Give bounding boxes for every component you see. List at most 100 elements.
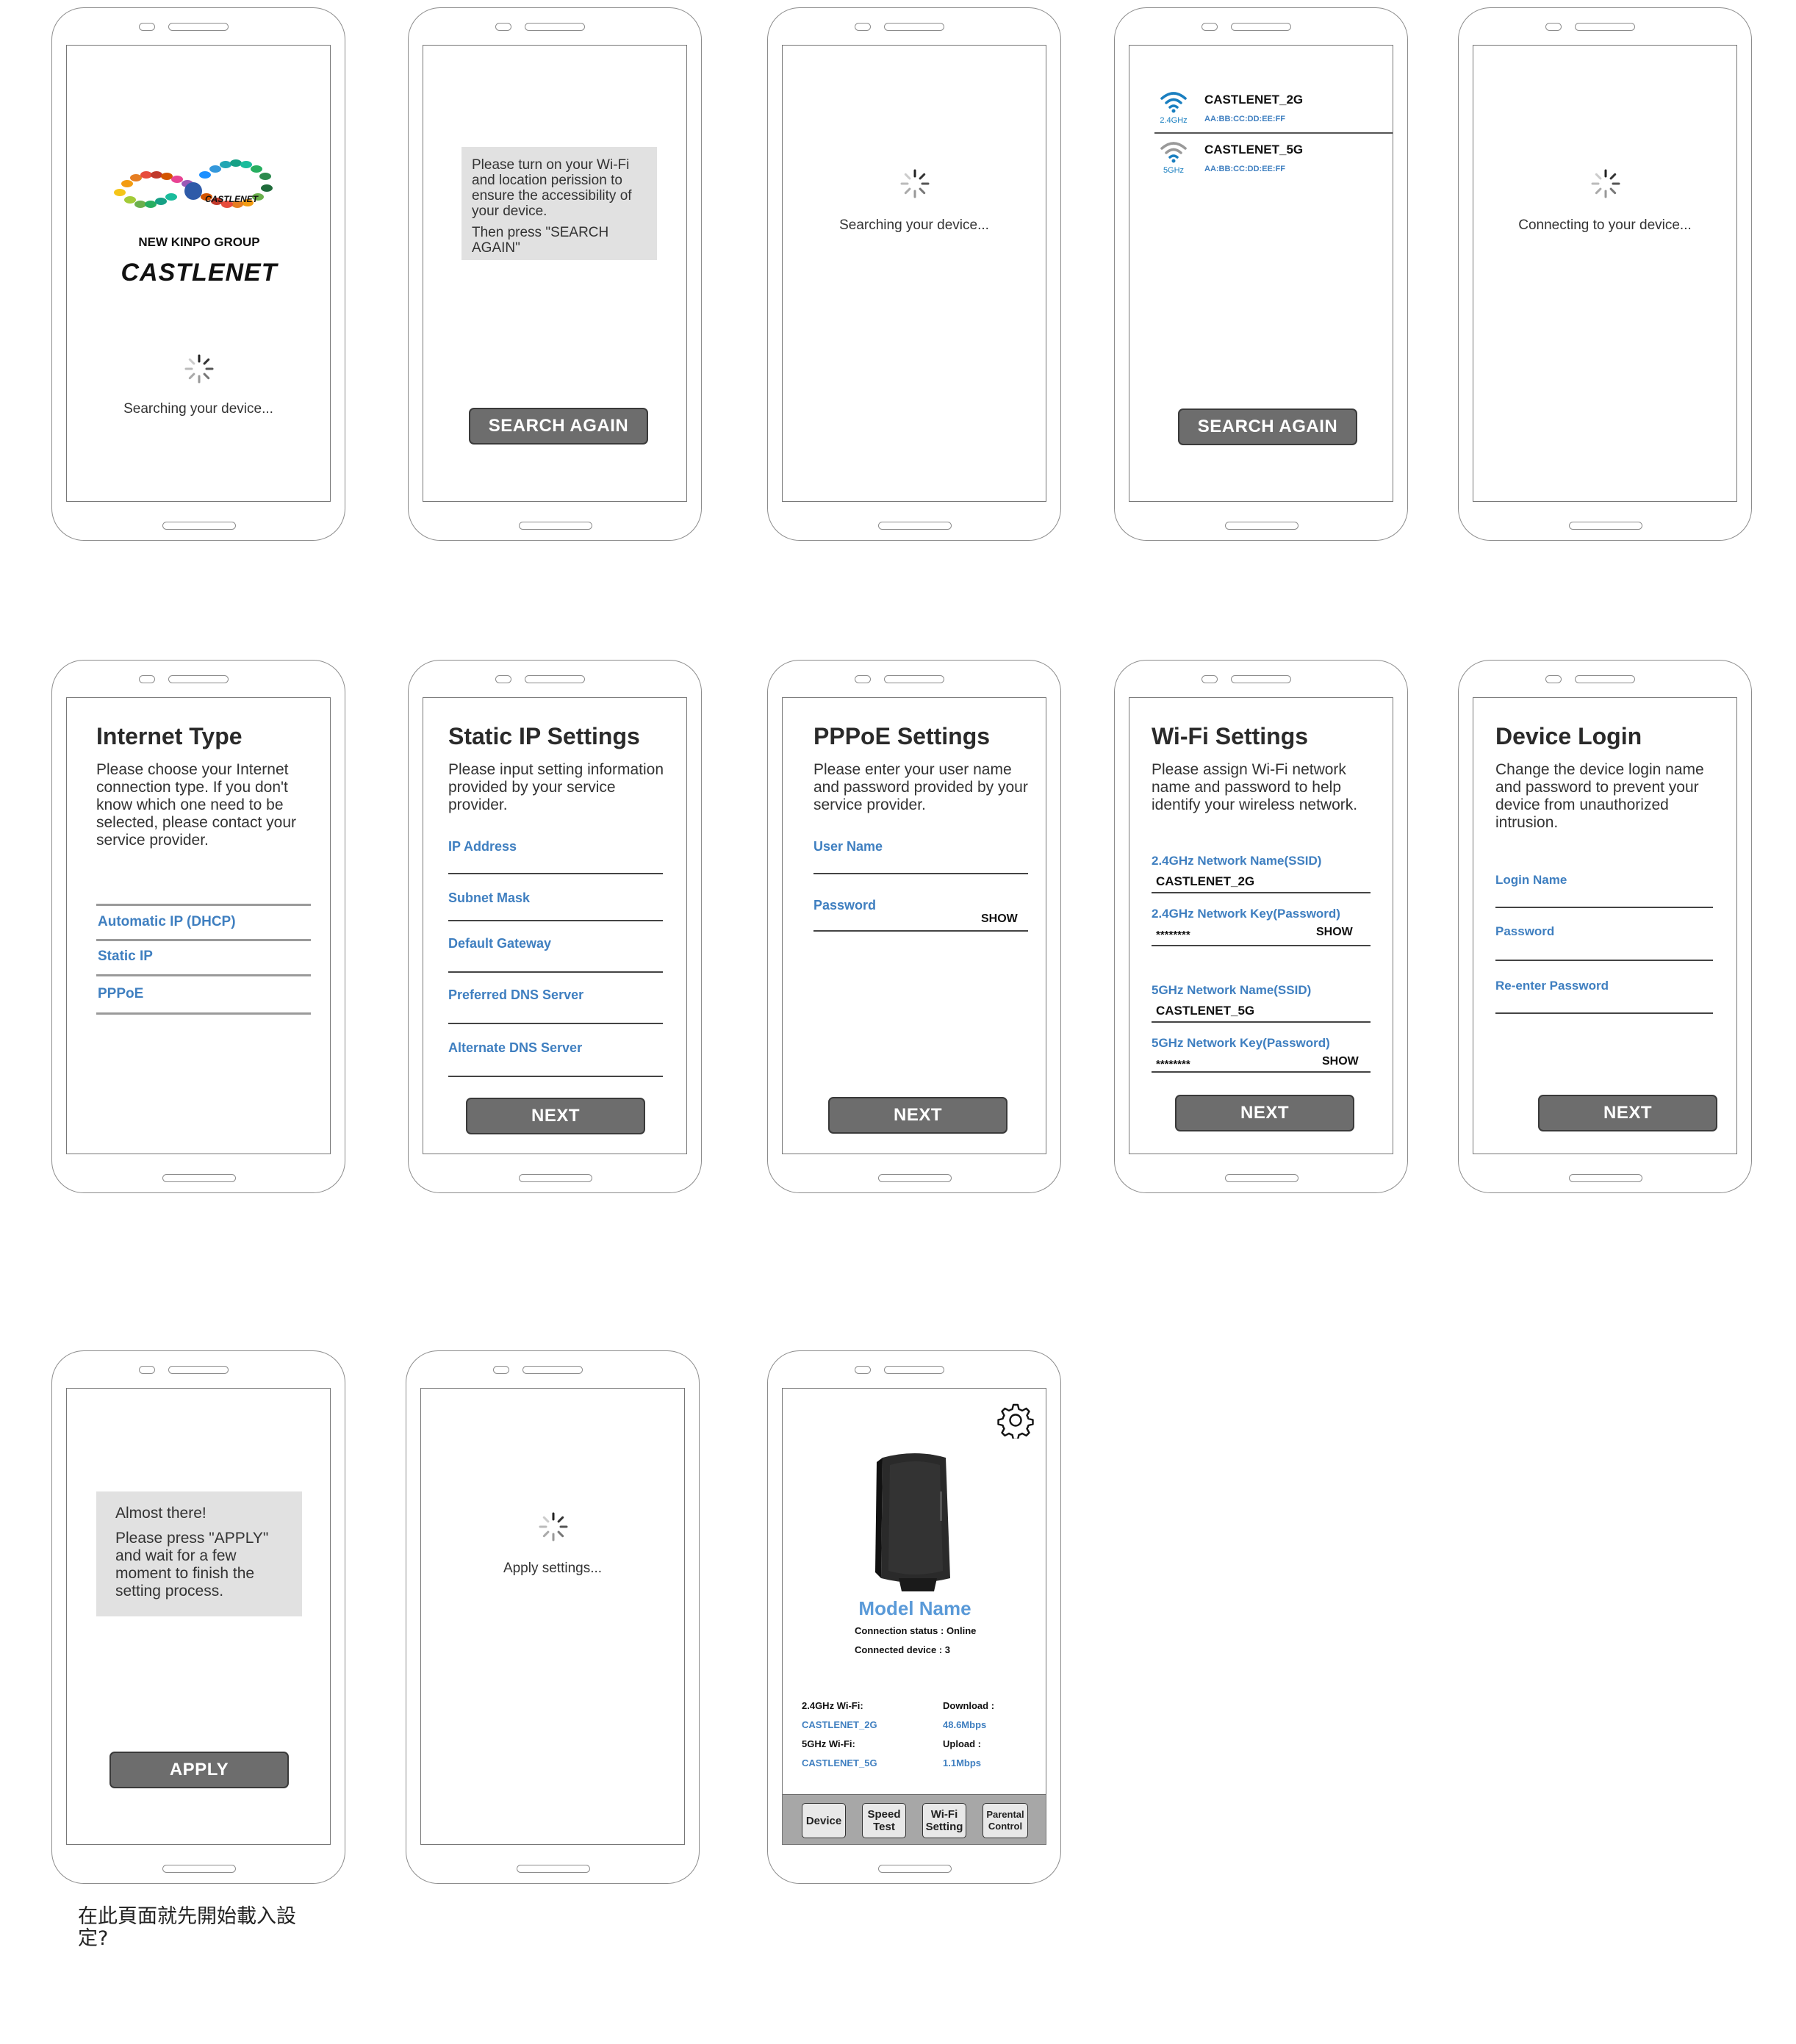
ssid-5-input[interactable] xyxy=(1152,1021,1371,1023)
upload-label: Upload : xyxy=(943,1738,981,1749)
tab-parental-control[interactable]: Parental Control xyxy=(983,1803,1028,1838)
next-button[interactable]: NEXT xyxy=(1538,1095,1717,1131)
screen-device-list: 2.4GHz CASTLENET_2G AA:BB:CC:DD:EE:FF 5G… xyxy=(1129,45,1393,502)
divider xyxy=(96,939,311,941)
home-button[interactable] xyxy=(1569,522,1642,530)
home-button[interactable] xyxy=(878,1174,952,1182)
home-button[interactable] xyxy=(519,522,592,530)
router-image xyxy=(875,1453,950,1591)
page-title: Static IP Settings xyxy=(448,723,640,749)
divider xyxy=(1154,132,1393,134)
show-key-5-toggle[interactable]: SHOW xyxy=(1322,1055,1359,1068)
tab-wifi-setting[interactable]: Wi-Fi Setting xyxy=(922,1803,966,1838)
gear-icon[interactable] xyxy=(997,1402,1034,1439)
ssid-24-value[interactable]: CASTLENET_2G xyxy=(1156,874,1254,889)
phone-wifi-settings: Wi-Fi Settings Please assign Wi-Fi netwo… xyxy=(1114,660,1408,1193)
home-button[interactable] xyxy=(519,1174,592,1182)
wifi-icon xyxy=(1160,142,1187,163)
next-button[interactable]: NEXT xyxy=(466,1098,645,1134)
home-button[interactable] xyxy=(1569,1174,1642,1182)
password-input[interactable] xyxy=(1495,960,1713,961)
field-gateway-input[interactable] xyxy=(448,971,663,973)
device-mac: AA:BB:CC:DD:EE:FF xyxy=(1204,165,1285,173)
divider xyxy=(96,974,311,976)
user-name-input[interactable] xyxy=(813,873,1028,874)
key-24-value[interactable]: ******** xyxy=(1156,929,1190,941)
key-5-label: 5GHz Network Key(Password) xyxy=(1152,1036,1330,1050)
device-item-2g[interactable]: 2.4GHz CASTLENET_2G AA:BB:CC:DD:EE:FF xyxy=(1129,84,1393,137)
home-button[interactable] xyxy=(517,1865,590,1873)
speaker xyxy=(884,675,944,683)
upload-value: 1.1Mbps xyxy=(943,1757,982,1768)
field-dns2-input[interactable] xyxy=(448,1076,663,1077)
screen-almost-there: Almost there! Please press "APPLY" and w… xyxy=(66,1388,331,1845)
camera xyxy=(1545,23,1562,31)
search-again-button[interactable]: SEARCH AGAIN xyxy=(1178,409,1357,445)
screen-internet-type: Internet Type Please choose your Interne… xyxy=(66,697,331,1154)
tab-speed-test[interactable]: Speed Test xyxy=(862,1803,906,1838)
speaker xyxy=(884,1366,944,1374)
status-text: Connecting to your device... xyxy=(1518,217,1692,233)
field-subnet-mask-label: Subnet Mask xyxy=(448,890,531,905)
home-button[interactable] xyxy=(1225,522,1298,530)
password-label: Password xyxy=(1495,924,1555,938)
ssid-24-input[interactable] xyxy=(1152,892,1371,893)
option-static-ip[interactable]: Static IP xyxy=(98,949,153,965)
field-dns2-label: Alternate DNS Server xyxy=(448,1040,583,1055)
show-password-toggle[interactable]: SHOW xyxy=(981,913,1018,926)
phone-internet-type: Internet Type Please choose your Interne… xyxy=(51,660,345,1193)
camera xyxy=(493,1366,509,1374)
field-ip-address-input[interactable] xyxy=(448,873,663,874)
tab-label: Control xyxy=(988,1821,1023,1832)
phone-almost-there: Almost there! Please press "APPLY" and w… xyxy=(51,1350,345,1884)
ssid-5-value[interactable]: CASTLENET_5G xyxy=(1156,1004,1254,1018)
field-subnet-mask-input[interactable] xyxy=(448,920,663,921)
home-button[interactable] xyxy=(878,522,952,530)
reenter-password-input[interactable] xyxy=(1495,1012,1713,1014)
login-name-input[interactable] xyxy=(1495,907,1713,908)
speaker xyxy=(525,23,585,31)
camera xyxy=(495,675,511,683)
home-button[interactable] xyxy=(1225,1174,1298,1182)
key-5-input[interactable] xyxy=(1152,1071,1371,1073)
show-key-24-toggle[interactable]: SHOW xyxy=(1316,926,1353,939)
apply-button[interactable]: APPLY xyxy=(109,1752,289,1788)
home-button[interactable] xyxy=(162,522,236,530)
field-dns1-label: Preferred DNS Server xyxy=(448,987,584,1002)
home-button[interactable] xyxy=(162,1865,236,1873)
tab-device[interactable]: Device xyxy=(802,1803,846,1838)
camera xyxy=(1201,23,1218,31)
reenter-password-label: Re-enter Password xyxy=(1495,979,1609,993)
search-again-button[interactable]: SEARCH AGAIN xyxy=(469,408,648,445)
page-description: Please enter your user name and password… xyxy=(813,761,1028,813)
key-24-input[interactable] xyxy=(1152,945,1371,946)
next-button[interactable]: NEXT xyxy=(828,1097,1007,1134)
page-description: Change the device login name and passwor… xyxy=(1495,761,1704,831)
home-button[interactable] xyxy=(878,1865,952,1873)
model-name: Model Name xyxy=(858,1597,971,1619)
next-button[interactable]: NEXT xyxy=(1175,1095,1354,1131)
download-label: Download : xyxy=(943,1700,995,1711)
download-value: 48.6Mbps xyxy=(943,1719,987,1730)
phone-static-ip: Static IP Settings Please input setting … xyxy=(408,660,702,1193)
speaker xyxy=(1231,675,1291,683)
status-text: Apply settings... xyxy=(503,1561,603,1576)
home-button[interactable] xyxy=(162,1174,236,1182)
field-dns1-input[interactable] xyxy=(448,1023,663,1024)
key-5-value[interactable]: ******** xyxy=(1156,1058,1190,1070)
phone-connecting: Connecting to your device... xyxy=(1458,7,1752,541)
apply-message: Please press "APPLY" and wait for a few … xyxy=(115,1530,269,1599)
tab-label: Wi-Fi xyxy=(930,1808,958,1821)
ssid-5-label: 5GHz Network Name(SSID) xyxy=(1152,983,1312,997)
castlenet-logo-icon xyxy=(114,159,273,208)
option-pppoe[interactable]: PPPoE xyxy=(98,986,143,1002)
screen-searching: Searching your device... xyxy=(782,45,1046,502)
password-input[interactable] xyxy=(813,930,1028,932)
permission-instruction: Then press "SEARCH AGAIN" xyxy=(472,225,609,256)
device-item-5g[interactable]: 5GHz CASTLENET_5G AA:BB:CC:DD:EE:FF xyxy=(1129,137,1393,190)
phone-splash: CASTLENET NEW KINPO GROUP CASTLENET Sear… xyxy=(51,7,345,541)
field-ip-address-label: IP Address xyxy=(448,839,517,854)
option-dhcp[interactable]: Automatic IP (DHCP) xyxy=(98,914,236,930)
wifi5-label: 5GHz Wi-Fi: xyxy=(802,1738,855,1749)
annotation-note: 在此頁面就先開始載入設 定? xyxy=(78,1906,296,1950)
